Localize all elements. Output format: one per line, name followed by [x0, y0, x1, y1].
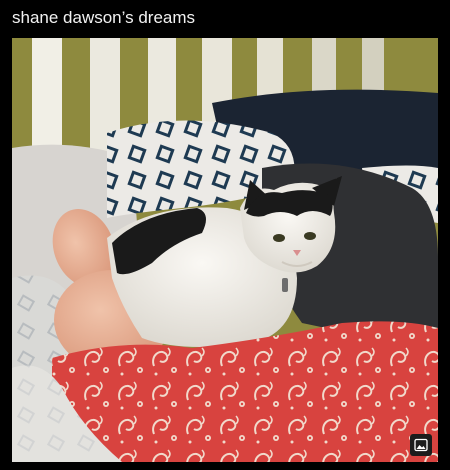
post-card: shane dawson’s dreams	[0, 0, 450, 470]
post-image[interactable]	[12, 38, 438, 462]
image-badge[interactable]	[410, 434, 432, 456]
post-title: shane dawson’s dreams	[12, 8, 196, 27]
photo-illustration	[12, 38, 438, 462]
image-icon	[414, 438, 428, 452]
